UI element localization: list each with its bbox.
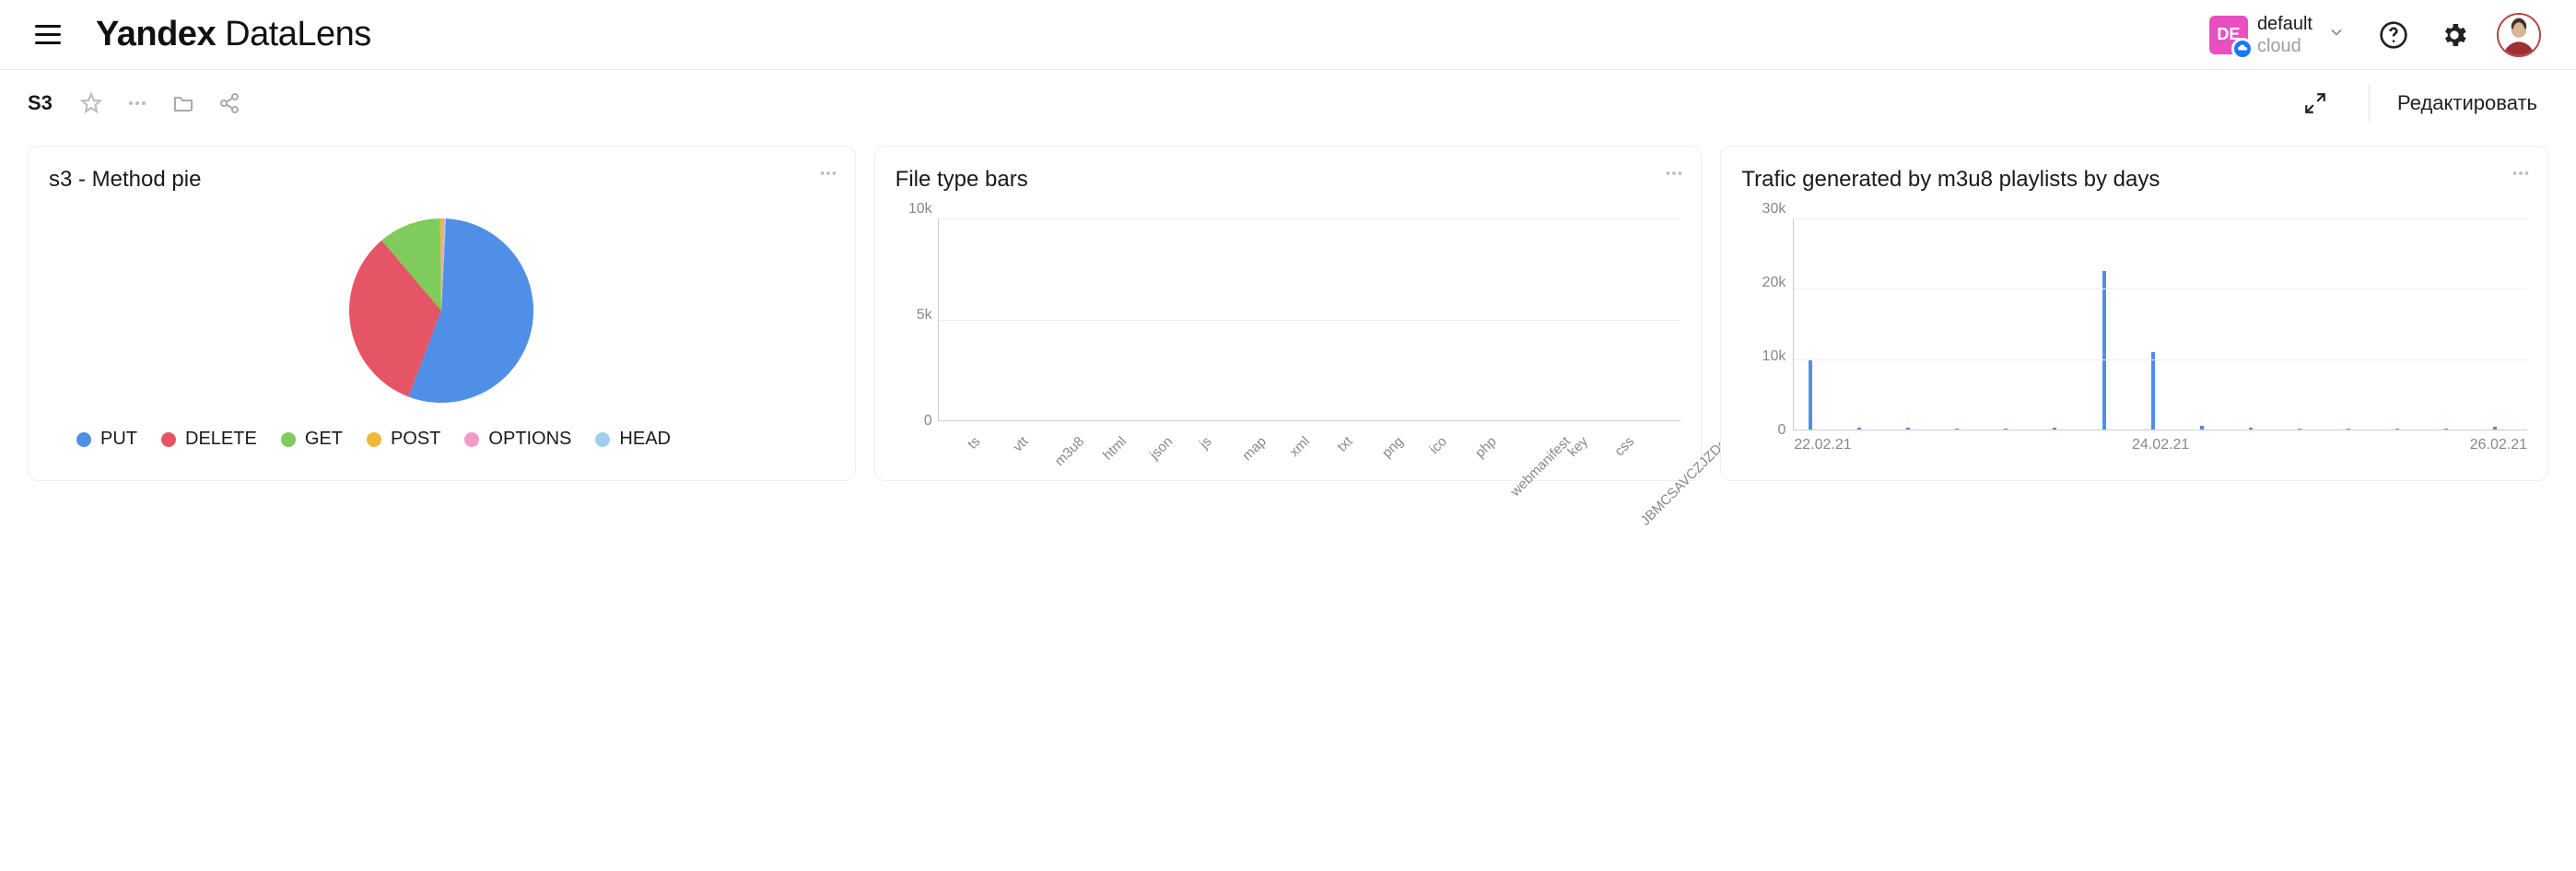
legend-label: POST bbox=[391, 429, 440, 450]
x-tick: txt bbox=[1335, 433, 1356, 454]
fullscreen-button[interactable] bbox=[2295, 83, 2336, 124]
legend-dot-icon bbox=[161, 432, 176, 447]
brand-logo[interactable]: Yandex DataLens bbox=[96, 15, 371, 54]
traffic-chart[interactable]: 30k20k10k0 22.02.2124.02.2126.02.21 bbox=[1741, 209, 2527, 467]
x-tick: xml bbox=[1287, 433, 1314, 460]
x-tick: 26.02.21 bbox=[2470, 437, 2527, 453]
x-tick: vtt bbox=[1010, 433, 1031, 454]
y-tick: 5k bbox=[917, 307, 932, 324]
y-tick: 0 bbox=[1777, 422, 1786, 439]
legend-label: OPTIONS bbox=[488, 429, 571, 450]
more-button[interactable] bbox=[119, 85, 156, 122]
bar-chart[interactable]: 10k5k0 tsvttm3u8htmljsonjsmapxmltxtpngic… bbox=[896, 209, 1681, 458]
x-tick: png bbox=[1379, 433, 1407, 461]
dashboard-grid: s3 - Method pie PUT DELETE GET POST OPTIONS H… bbox=[0, 136, 2576, 490]
x-tick: map bbox=[1239, 433, 1270, 464]
panel-method-pie: s3 - Method pie PUT DELETE GET POST OPTIONS H… bbox=[28, 146, 856, 481]
y-tick: 30k bbox=[1762, 201, 1786, 218]
top-header: Yandex DataLens DE default cloud bbox=[0, 0, 2576, 70]
panel-menu-button[interactable] bbox=[2511, 163, 2531, 190]
menu-button[interactable] bbox=[35, 19, 66, 51]
panel-filetype-bars: File type bars 10k 5k 0 ts vtt m3u8 html json j… bbox=[874, 146, 1703, 481]
settings-button[interactable] bbox=[2436, 17, 2473, 53]
legend-item[interactable]: GET bbox=[281, 429, 343, 450]
legend-item[interactable]: HEAD bbox=[595, 429, 671, 450]
legend-dot-icon bbox=[367, 432, 381, 447]
share-button[interactable] bbox=[211, 85, 248, 122]
user-avatar[interactable] bbox=[2497, 13, 2541, 57]
x-tick: php bbox=[1472, 433, 1500, 461]
panel-traffic-days: Trafic generated by m3u8 playlists by da… bbox=[1720, 146, 2548, 481]
x-tick: key bbox=[1565, 433, 1592, 460]
x-tick: 22.02.21 bbox=[1794, 437, 1851, 453]
x-tick: js bbox=[1197, 433, 1215, 452]
tenant-switcher[interactable]: DE default cloud bbox=[2209, 13, 2351, 57]
x-tick: css bbox=[1611, 433, 1637, 459]
x-tick: webmanifest bbox=[1507, 433, 1574, 500]
legend-dot-icon bbox=[464, 432, 479, 447]
spike-bar[interactable] bbox=[2151, 352, 2155, 430]
tenant-name: default bbox=[2257, 13, 2313, 35]
tenant-badge: DE bbox=[2209, 16, 2248, 54]
legend-dot-icon bbox=[76, 432, 91, 447]
help-button[interactable] bbox=[2375, 17, 2412, 53]
x-tick: m3u8 bbox=[1052, 433, 1088, 469]
legend-dot-icon bbox=[281, 432, 296, 447]
legend-label: PUT bbox=[100, 429, 137, 450]
cloud-icon bbox=[2231, 38, 2254, 60]
x-tick: html bbox=[1100, 433, 1130, 463]
legend-item[interactable]: DELETE bbox=[161, 429, 257, 450]
spike-bar[interactable] bbox=[1809, 359, 1812, 430]
dashboard-title: S3 bbox=[28, 91, 53, 115]
dashboard-toolbar: S3 Редактировать bbox=[0, 70, 2576, 136]
panel-title: File type bars bbox=[896, 167, 1681, 193]
y-tick: 10k bbox=[1762, 348, 1786, 365]
legend-item[interactable]: OPTIONS bbox=[464, 429, 571, 450]
edit-button[interactable]: Редактировать bbox=[2386, 91, 2548, 115]
x-tick: ts bbox=[965, 433, 983, 452]
x-tick: ico bbox=[1427, 433, 1451, 457]
panel-menu-button[interactable] bbox=[1664, 163, 1684, 190]
y-tick: 10k bbox=[908, 201, 932, 218]
legend-item[interactable]: POST bbox=[367, 429, 440, 450]
y-tick: 0 bbox=[924, 413, 932, 430]
x-tick: json bbox=[1147, 433, 1176, 462]
panel-title: s3 - Method pie bbox=[49, 167, 835, 193]
favorite-button[interactable] bbox=[73, 85, 110, 122]
panel-title: Trafic generated by m3u8 playlists by da… bbox=[1741, 167, 2527, 193]
legend-label: DELETE bbox=[185, 429, 257, 450]
legend-label: HEAD bbox=[619, 429, 671, 450]
panel-menu-button[interactable] bbox=[818, 163, 838, 190]
spike-bar[interactable] bbox=[2102, 271, 2106, 430]
legend-dot-icon bbox=[595, 432, 610, 447]
chevron-down-icon bbox=[2322, 23, 2351, 47]
brand-light: DataLens bbox=[216, 15, 371, 53]
tenant-sub: cloud bbox=[2257, 35, 2313, 57]
brand-bold: Yandex bbox=[96, 15, 216, 53]
pie-chart[interactable] bbox=[49, 209, 835, 412]
x-tick: JBMCSAVCZJZDel bbox=[1638, 433, 1733, 528]
legend-label: GET bbox=[305, 429, 343, 450]
folder-button[interactable] bbox=[165, 85, 202, 122]
pie-legend: PUT DELETE GET POST OPTIONS HEAD bbox=[49, 429, 835, 450]
y-tick: 20k bbox=[1762, 275, 1786, 291]
legend-item[interactable]: PUT bbox=[76, 429, 137, 450]
x-tick: 24.02.21 bbox=[2132, 437, 2189, 453]
